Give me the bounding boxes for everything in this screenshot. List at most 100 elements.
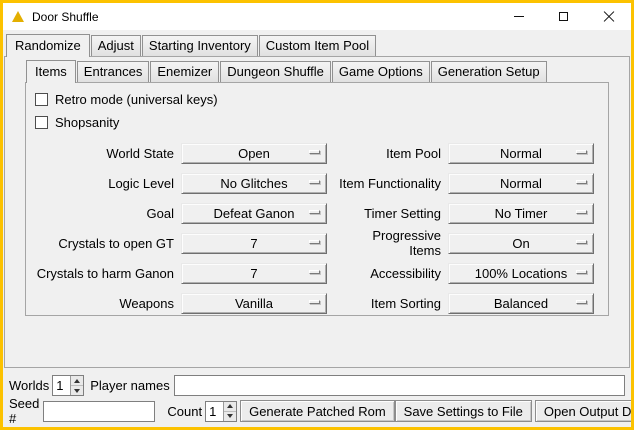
weapons-dropdown[interactable]: Vanilla [181, 293, 327, 314]
item-functionality-dropdown[interactable]: Normal [448, 173, 594, 194]
settings-row: Crystals to open GT 7 Progressive Items … [26, 228, 608, 258]
goal-value: Defeat Ganon [214, 206, 295, 221]
accessibility-dropdown[interactable]: 100% Locations [448, 263, 594, 284]
worlds-input[interactable] [53, 376, 70, 395]
close-icon [603, 11, 615, 23]
open-output-button[interactable]: Open Output Directory [535, 400, 634, 422]
settings-row: Weapons Vanilla Item Sorting Balanced [26, 288, 608, 318]
worlds-spinner[interactable] [52, 375, 84, 396]
tab-game-options[interactable]: Game Options [332, 61, 430, 82]
progressive-items-value: On [512, 236, 529, 251]
tab-randomize[interactable]: Randomize [6, 34, 90, 57]
dropdown-indicator-icon [576, 240, 587, 244]
spin-up-button[interactable] [224, 402, 236, 412]
seed-input[interactable] [43, 401, 155, 422]
item-pool-dropdown[interactable]: Normal [448, 143, 594, 164]
spin-down-button[interactable] [224, 412, 236, 421]
timer-setting-dropdown[interactable]: No Timer [448, 203, 594, 224]
title-bar: Door Shuffle [3, 3, 631, 30]
crystals-ganon-label: Crystals to harm Ganon [26, 266, 174, 281]
dropdown-indicator-icon [309, 270, 320, 274]
accessibility-value: 100% Locations [475, 266, 568, 281]
logic-level-label: Logic Level [26, 176, 174, 191]
minimize-button[interactable] [496, 3, 541, 30]
settings-grid: World State Open Item Pool Normal Logic … [26, 138, 608, 318]
arrow-up-icon [74, 379, 80, 383]
spin-down-button[interactable] [71, 386, 83, 395]
accessibility-label: Accessibility [339, 266, 441, 281]
retro-mode-label: Retro mode (universal keys) [55, 92, 218, 107]
dropdown-indicator-icon [309, 210, 320, 214]
dropdown-indicator-icon [309, 300, 320, 304]
settings-row: World State Open Item Pool Normal [26, 138, 608, 168]
weapons-label: Weapons [26, 296, 174, 311]
item-pool-value: Normal [500, 146, 542, 161]
randomize-pane: Items Entrances Enemizer Dungeon Shuffle… [4, 56, 630, 368]
item-functionality-value: Normal [500, 176, 542, 191]
tab-adjust[interactable]: Adjust [91, 35, 141, 56]
timer-setting-label: Timer Setting [339, 206, 441, 221]
seed-label: Seed # [9, 396, 39, 426]
logic-level-dropdown[interactable]: No Glitches [181, 173, 327, 194]
settings-row: Crystals to harm Ganon 7 Accessibility 1… [26, 258, 608, 288]
settings-row: Logic Level No Glitches Item Functionali… [26, 168, 608, 198]
crystals-gt-value: 7 [250, 236, 257, 251]
item-pool-label: Item Pool [339, 146, 441, 161]
window-title: Door Shuffle [32, 10, 99, 24]
dropdown-indicator-icon [576, 270, 587, 274]
maximize-icon [559, 12, 568, 21]
world-state-dropdown[interactable]: Open [181, 143, 327, 164]
settings-row: Goal Defeat Ganon Timer Setting No Timer [26, 198, 608, 228]
count-spin-buttons [223, 402, 236, 421]
count-label: Count [167, 404, 202, 419]
spin-up-button[interactable] [71, 376, 83, 386]
arrow-down-icon [227, 414, 233, 418]
tab-entrances[interactable]: Entrances [77, 61, 150, 82]
door-shuffle-window: Door Shuffle Randomize Adjust Starting I… [0, 0, 634, 430]
logic-level-value: No Glitches [220, 176, 287, 191]
crystals-gt-dropdown[interactable]: 7 [181, 233, 327, 254]
count-spinner[interactable] [205, 401, 237, 422]
shopsanity-checkbox[interactable]: Shopsanity [26, 111, 608, 134]
goal-dropdown[interactable]: Defeat Ganon [181, 203, 327, 224]
progressive-items-label: Progressive Items [339, 228, 441, 258]
weapons-value: Vanilla [235, 296, 273, 311]
player-names-label: Player names [90, 378, 169, 393]
save-settings-button[interactable]: Save Settings to File [395, 400, 532, 422]
items-pane: Retro mode (universal keys) Shopsanity W… [25, 82, 609, 316]
item-functionality-label: Item Functionality [339, 176, 441, 191]
close-button[interactable] [586, 3, 631, 30]
count-input[interactable] [206, 402, 223, 421]
arrow-up-icon [227, 404, 233, 408]
multiworld-bar: Worlds Player names [9, 375, 625, 396]
tab-starting-inventory[interactable]: Starting Inventory [142, 35, 258, 56]
inner-tab-bar: Items Entrances Enemizer Dungeon Shuffle… [25, 60, 609, 82]
tab-items[interactable]: Items [26, 60, 76, 83]
outer-tab-bar: Randomize Adjust Starting Inventory Cust… [3, 30, 631, 56]
tab-dungeon-shuffle[interactable]: Dungeon Shuffle [220, 61, 331, 82]
maximize-button[interactable] [541, 3, 586, 30]
inner-notebook: Items Entrances Enemizer Dungeon Shuffle… [25, 60, 609, 316]
item-sorting-value: Balanced [494, 296, 548, 311]
dropdown-indicator-icon [309, 240, 320, 244]
worlds-spin-buttons [70, 376, 83, 395]
tab-enemizer[interactable]: Enemizer [150, 61, 219, 82]
generate-button[interactable]: Generate Patched Rom [240, 400, 395, 422]
dropdown-indicator-icon [576, 300, 587, 304]
retro-mode-checkbox[interactable]: Retro mode (universal keys) [26, 88, 608, 111]
tab-custom-item-pool[interactable]: Custom Item Pool [259, 35, 376, 56]
arrow-down-icon [74, 389, 80, 393]
dropdown-indicator-icon [576, 150, 587, 154]
item-sorting-dropdown[interactable]: Balanced [448, 293, 594, 314]
progressive-items-dropdown[interactable]: On [448, 233, 594, 254]
crystals-ganon-value: 7 [250, 266, 257, 281]
crystals-ganon-dropdown[interactable]: 7 [181, 263, 327, 284]
crystals-gt-label: Crystals to open GT [26, 236, 174, 251]
dropdown-indicator-icon [576, 210, 587, 214]
world-state-value: Open [238, 146, 270, 161]
tab-generation-setup[interactable]: Generation Setup [431, 61, 547, 82]
player-names-input[interactable] [174, 375, 625, 396]
window-controls [496, 3, 631, 30]
dropdown-indicator-icon [576, 180, 587, 184]
dropdown-indicator-icon [309, 150, 320, 154]
